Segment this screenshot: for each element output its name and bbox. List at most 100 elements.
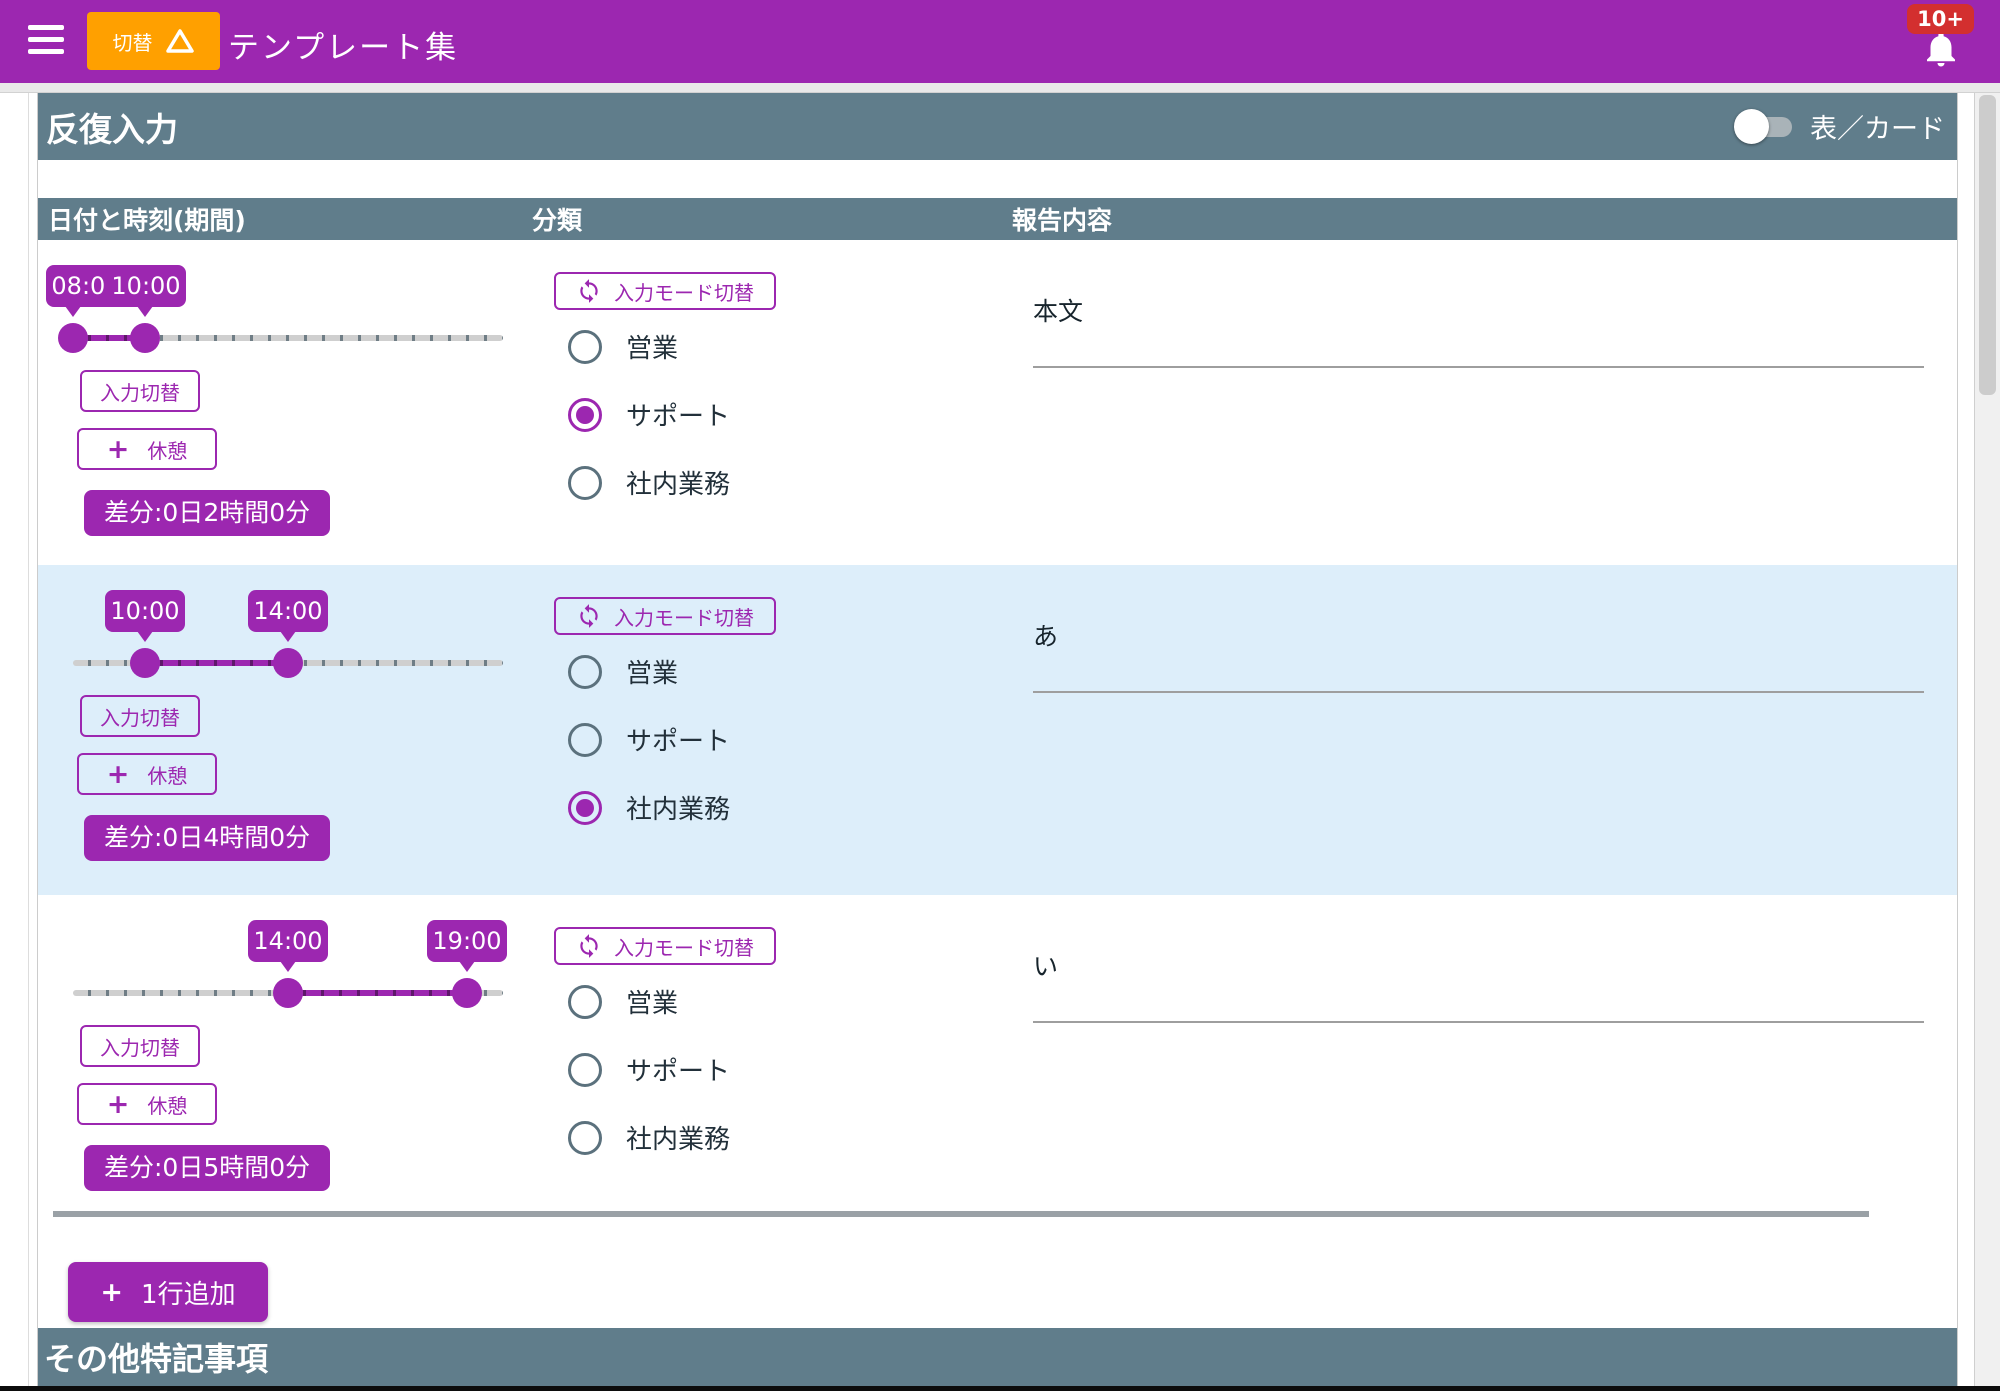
tooltip-pointer <box>280 631 296 642</box>
notes-section-title: その他特記事項 <box>44 1334 268 1380</box>
radio-sales[interactable]: 営業 <box>568 328 678 365</box>
input-mode-switch-button[interactable]: 入力モード切替 <box>554 272 776 310</box>
add-break-button[interactable]: + 休憩 <box>77 1083 217 1125</box>
report-input[interactable]: い <box>1006 895 1957 1215</box>
report-text: あ <box>1033 617 1058 653</box>
tooltip-pointer <box>137 306 153 317</box>
slider-active-range <box>288 990 467 996</box>
notifications-bell-icon[interactable]: 10+ <box>1920 26 1962 72</box>
radio-sales[interactable]: 営業 <box>568 653 678 690</box>
break-button-label: 休憩 <box>147 760 187 789</box>
repeat-input-panel: 反復入力 表／カード 日付と時刻(期間) 分類 報告内容 08:00 10:00… <box>37 93 1958 1386</box>
input-mode-switch-button[interactable]: 入力モード切替 <box>554 927 776 965</box>
col-header-category: 分類 <box>528 201 1006 237</box>
radio-label: 社内業務 <box>626 789 730 826</box>
sync-icon <box>576 278 602 304</box>
menu-icon[interactable] <box>28 25 64 57</box>
add-row-button[interactable]: + 1行追加 <box>68 1262 268 1322</box>
horizontal-scrollbar-track[interactable] <box>0 83 2000 93</box>
duration-diff-badge: 差分:0日4時間0分 <box>84 815 330 861</box>
vertical-scrollbar-thumb[interactable] <box>1979 95 1996 395</box>
radio-circle-icon <box>568 330 602 364</box>
header-switch-button[interactable]: 切替 <box>87 12 220 70</box>
slider-handle-start[interactable] <box>273 978 303 1008</box>
page-title: テンプレート集 <box>228 22 458 67</box>
mode-switch-label: 入力モード切替 <box>614 602 754 631</box>
tooltip-pointer <box>459 961 475 972</box>
break-button-label: 休憩 <box>147 435 187 464</box>
input-mode-switch-button[interactable]: 入力モード切替 <box>554 597 776 635</box>
notes-section-header: その他特記事項 <box>38 1328 1957 1386</box>
break-button-label: 休憩 <box>147 1090 187 1119</box>
col-header-datetime: 日付と時刻(期間) <box>38 201 528 237</box>
input-switch-button[interactable]: 入力切替 <box>80 370 200 412</box>
report-cell: あ <box>1006 565 1957 895</box>
radio-circle-icon <box>568 1053 602 1087</box>
radio-label: 社内業務 <box>626 464 730 501</box>
add-break-button[interactable]: + 休憩 <box>77 753 217 795</box>
category-cell: 入力モード切替 営業 サポート 社内業務 <box>528 240 1006 565</box>
vertical-scrollbar[interactable] <box>1974 83 2000 1391</box>
add-break-button[interactable]: + 休憩 <box>77 428 217 470</box>
radio-support[interactable]: サポート <box>568 721 730 758</box>
add-row-label: 1行追加 <box>141 1274 236 1311</box>
sync-icon <box>576 933 602 959</box>
datetime-cell: 10:00 14:00 入力切替 + 休憩 差分:0日4時間0分 <box>38 565 528 895</box>
app-bar: 切替 テンプレート集 10+ <box>0 0 2000 83</box>
radio-label: サポート <box>626 1051 730 1088</box>
radio-label: 営業 <box>626 653 678 690</box>
slider-handle-end[interactable] <box>130 323 160 353</box>
radio-label: 社内業務 <box>626 1119 730 1156</box>
datetime-cell: 14:00 19:00 入力切替 + 休憩 差分:0日5時間0分 <box>38 895 528 1215</box>
slider-tooltip-start: 14:00 <box>248 920 328 962</box>
radio-support[interactable]: サポート <box>568 1051 730 1088</box>
report-cell: 本文 <box>1006 240 1957 565</box>
radio-sales[interactable]: 営業 <box>568 983 678 1020</box>
slider-handle-end[interactable] <box>452 978 482 1008</box>
slider-tooltip-end: 19:00 <box>427 920 507 962</box>
report-input[interactable]: 本文 <box>1006 240 1957 565</box>
notification-count-badge: 10+ <box>1907 4 1974 34</box>
tooltip-pointer <box>65 306 81 317</box>
radio-internal[interactable]: 社内業務 <box>568 464 730 501</box>
radio-circle-icon <box>568 466 602 500</box>
mode-switch-label: 入力モード切替 <box>614 932 754 961</box>
toggle-knob[interactable] <box>1734 109 1769 144</box>
section-title: 反復入力 <box>46 103 178 151</box>
sync-icon <box>576 603 602 629</box>
horizontal-scrollbar-thumb[interactable] <box>53 1211 1869 1217</box>
input-switch-button[interactable]: 入力切替 <box>80 695 200 737</box>
tooltip-pointer <box>137 631 153 642</box>
radio-circle-icon <box>568 985 602 1019</box>
radio-internal[interactable]: 社内業務 <box>568 1119 730 1156</box>
divider <box>28 93 29 1386</box>
view-toggle: 表／カード <box>1734 93 1945 160</box>
datetime-cell: 08:00 10:00 入力切替 + 休憩 差分:0日2時間0分 <box>38 240 528 565</box>
radio-circle-icon <box>568 398 602 432</box>
plus-icon: + <box>100 1279 123 1306</box>
view-toggle-label: 表／カード <box>1810 107 1945 146</box>
table-row: 10:00 14:00 入力切替 + 休憩 差分:0日4時間0分 入力モード切替… <box>38 565 1957 895</box>
slider-tooltip-end: 14:00 <box>248 590 328 632</box>
report-text: い <box>1033 947 1058 983</box>
duration-diff-badge: 差分:0日5時間0分 <box>84 1145 330 1191</box>
radio-support[interactable]: サポート <box>568 396 730 433</box>
plus-icon: + <box>107 1091 130 1118</box>
radio-label: 営業 <box>626 328 678 365</box>
table-row: 14:00 19:00 入力切替 + 休憩 差分:0日5時間0分 入力モード切替… <box>38 895 1957 1215</box>
category-cell: 入力モード切替 営業 サポート 社内業務 <box>528 565 1006 895</box>
input-underline <box>1033 691 1924 693</box>
table-header-row: 日付と時刻(期間) 分類 報告内容 <box>38 198 1957 240</box>
radio-label: サポート <box>626 396 730 433</box>
slider-handle-start[interactable] <box>58 323 88 353</box>
tooltip-pointer <box>280 961 296 972</box>
slider-handle-end[interactable] <box>273 648 303 678</box>
input-switch-button[interactable]: 入力切替 <box>80 1025 200 1067</box>
radio-internal[interactable]: 社内業務 <box>568 789 730 826</box>
radio-circle-icon <box>568 1121 602 1155</box>
report-input[interactable]: あ <box>1006 565 1957 895</box>
table-card-toggle[interactable] <box>1734 109 1794 145</box>
report-cell: い <box>1006 895 1957 1215</box>
radio-circle-icon <box>568 723 602 757</box>
slider-handle-start[interactable] <box>130 648 160 678</box>
